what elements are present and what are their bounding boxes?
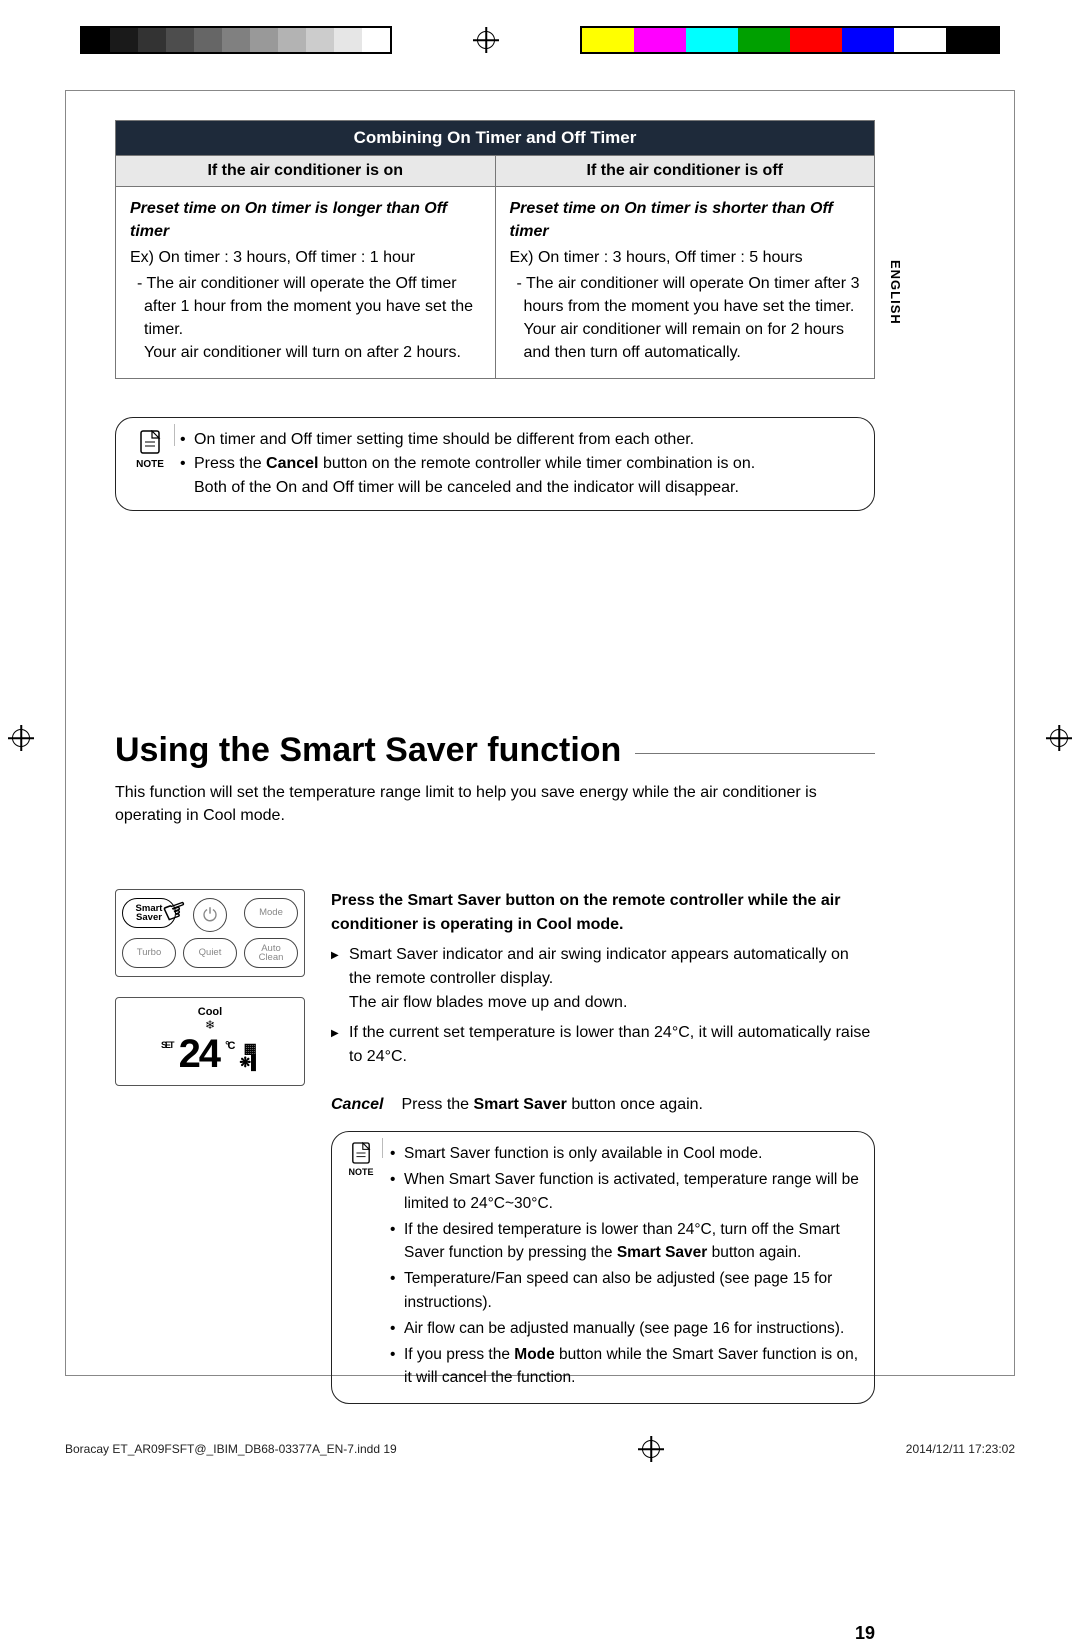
smart-saver-button: Smart Saver ☞ — [122, 898, 176, 928]
note-box-smartsaver: NOTE Smart Saver function is only availa… — [331, 1131, 875, 1404]
table-title: Combining On Timer and Off Timer — [116, 121, 875, 156]
registration-mark-icon — [642, 1440, 660, 1458]
note-icon: NOTE — [344, 1142, 378, 1180]
registration-mark-icon — [1050, 729, 1068, 747]
arrow-item: Smart Saver indicator and air swing indi… — [331, 943, 875, 1015]
table-cell-right: Preset time on On timer is shorter than … — [495, 187, 875, 379]
section-intro: This function will set the temperature r… — [115, 782, 875, 827]
timer-combination-table: Combining On Timer and Off Timer If the … — [115, 120, 875, 379]
footer-filename: Boracay ET_AR09FSFT@_IBIM_DB68-03377A_EN… — [65, 1442, 397, 1456]
note-item: When Smart Saver function is activated, … — [390, 1168, 860, 1215]
note-item: If the desired temperature is lower than… — [390, 1218, 860, 1265]
table-cell-left: Preset time on On timer is longer than O… — [116, 187, 496, 379]
table-header-off: If the air conditioner is off — [495, 156, 875, 187]
print-color-bar — [80, 26, 1000, 54]
language-tab: ENGLISH — [888, 260, 903, 325]
smart-saver-indicator-icon: ▦❋ ▌ — [239, 1041, 259, 1069]
turbo-button: Turbo — [122, 938, 176, 968]
display-temperature: 24 — [179, 1032, 220, 1077]
note-box-timer: NOTE On timer and Off timer setting time… — [115, 417, 875, 511]
note-item: Temperature/Fan speed can also be adjust… — [390, 1267, 860, 1314]
registration-mark-icon — [12, 729, 30, 747]
smart-saver-instruction: Press the Smart Saver button on the remo… — [331, 889, 875, 937]
table-header-on: If the air conditioner is on — [116, 156, 496, 187]
registration-mark-icon — [477, 31, 495, 49]
power-button: ⏻ — [193, 898, 227, 932]
section-heading: Using the Smart Saver function — [115, 731, 875, 770]
print-footer: Boracay ET_AR09FSFT@_IBIM_DB68-03377A_EN… — [65, 1440, 1015, 1458]
mode-button: Mode — [244, 898, 298, 928]
page-number: 19 — [855, 1623, 875, 1644]
quiet-button: Quiet — [183, 938, 237, 968]
auto-clean-button: Auto Clean — [244, 938, 298, 968]
remote-illustration: Smart Saver ☞ ⏻ Mode Turbo Quiet Auto Cl… — [115, 889, 305, 977]
note-item: Press the Cancel button on the remote co… — [180, 452, 858, 500]
note-item: If you press the Mode button while the S… — [390, 1343, 860, 1390]
note-icon: NOTE — [132, 430, 168, 472]
note-item: Air flow can be adjusted manually (see p… — [390, 1317, 860, 1340]
remote-display-illustration: Cool ❄ SET 24 °C ▦❋ ▌ — [115, 997, 305, 1086]
arrow-item: If the current set temperature is lower … — [331, 1021, 875, 1069]
cancel-instruction: Cancel Press the Smart Saver button once… — [331, 1093, 875, 1117]
note-item: On timer and Off timer setting time shou… — [180, 428, 858, 452]
pointing-hand-icon: ☞ — [159, 894, 192, 929]
footer-timestamp: 2014/12/11 17:23:02 — [906, 1442, 1015, 1456]
note-item: Smart Saver function is only available i… — [390, 1142, 860, 1165]
